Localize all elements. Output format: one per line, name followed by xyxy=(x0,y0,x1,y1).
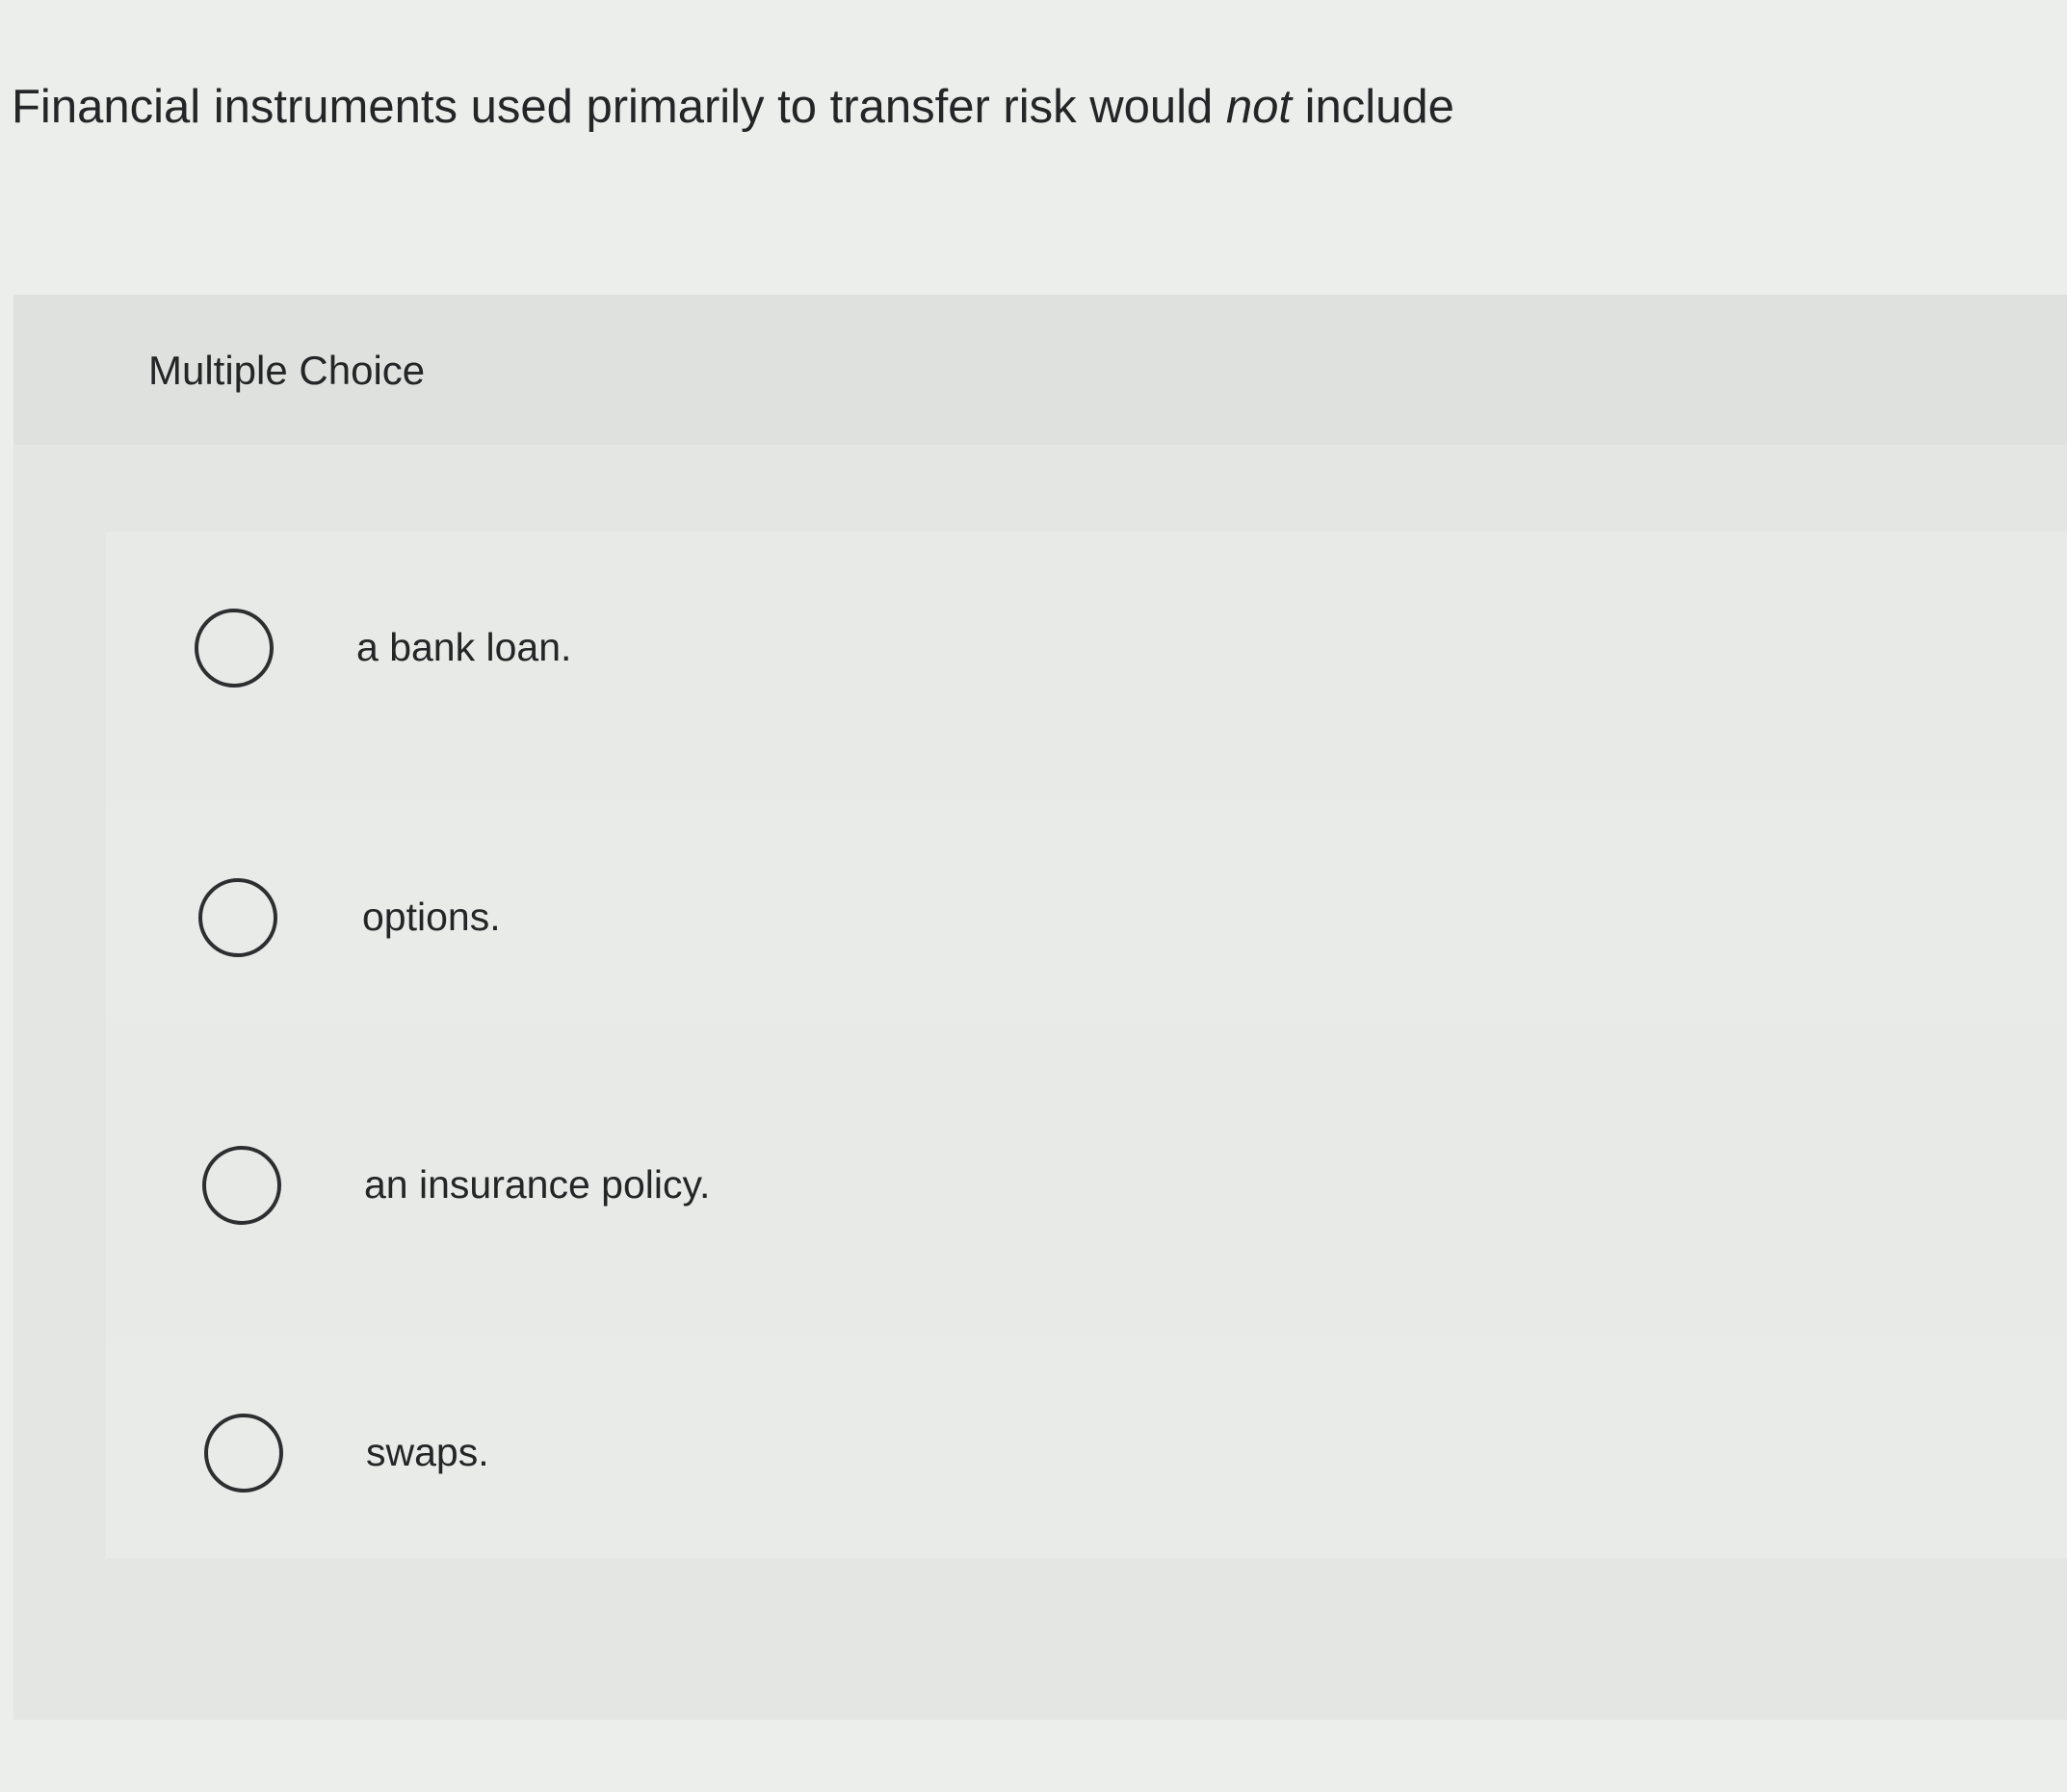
multiple-choice-panel: Multiple Choice a bank loan. options. an… xyxy=(13,295,2067,1720)
radio-button-icon[interactable] xyxy=(198,878,277,957)
radio-button-icon[interactable] xyxy=(195,609,274,688)
options-list: a bank loan. options. an insurance polic… xyxy=(106,532,2067,1558)
multiple-choice-header: Multiple Choice xyxy=(13,295,2067,445)
multiple-choice-title: Multiple Choice xyxy=(148,348,426,393)
option-swaps[interactable]: swaps. xyxy=(106,1337,2067,1558)
page-bottom-area xyxy=(0,1720,2067,1792)
option-a-bank-loan[interactable]: a bank loan. xyxy=(106,532,2067,753)
question-suffix: include xyxy=(1291,81,1454,133)
question-prefix: Financial instruments used primarily to … xyxy=(12,81,1226,133)
radio-button-icon[interactable] xyxy=(202,1146,281,1225)
option-label: an insurance policy. xyxy=(364,1162,711,1207)
option-label: a bank loan. xyxy=(356,625,572,669)
option-options[interactable]: options. xyxy=(106,801,2067,1023)
radio-button-icon[interactable] xyxy=(204,1414,283,1493)
question-text: Financial instruments used primarily to … xyxy=(12,77,1454,137)
option-label: swaps. xyxy=(366,1430,489,1474)
question-emphasis: not xyxy=(1225,81,1292,133)
option-label: options. xyxy=(362,895,501,939)
option-an-insurance-policy[interactable]: an insurance policy. xyxy=(106,1069,2067,1290)
